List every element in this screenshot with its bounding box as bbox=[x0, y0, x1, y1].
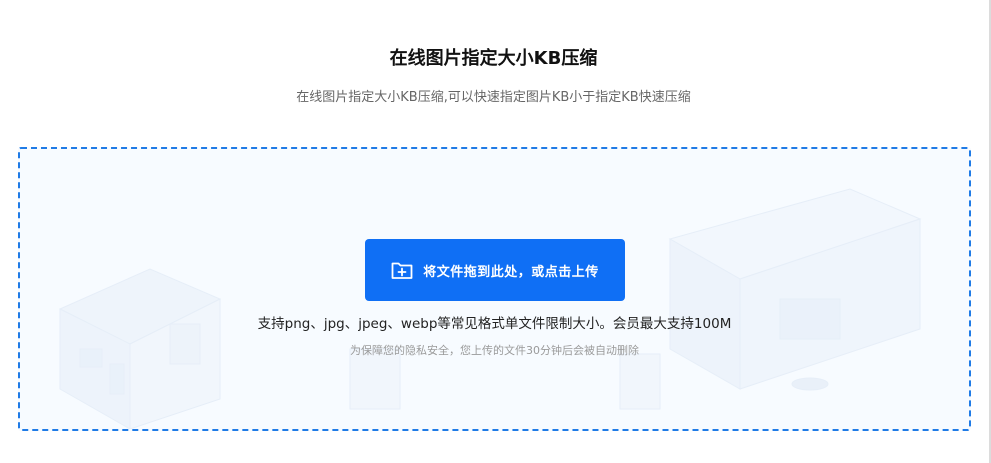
upload-button-label: 将文件拖到此处，或点击上传 bbox=[423, 264, 599, 280]
folder-plus-icon bbox=[391, 260, 413, 280]
page: 在线图片指定大小KB压缩 在线图片指定大小KB压缩,可以快速指定图片KB小于指定… bbox=[0, 0, 991, 463]
supported-formats-text: 支持png、jpg、jpeg、webp等常见格式单文件限制大小。会员最大支持10… bbox=[257, 316, 732, 332]
upload-button[interactable]: 将文件拖到此处，或点击上传 bbox=[365, 239, 625, 301]
privacy-notice: 为保障您的隐私安全，您上传的文件30分钟后会被自动删除 bbox=[350, 344, 639, 357]
page-title: 在线图片指定大小KB压缩 bbox=[389, 48, 598, 69]
page-subtitle: 在线图片指定大小KB压缩,可以快速指定图片KB小于指定KB快速压缩 bbox=[296, 90, 691, 105]
upload-dropzone[interactable]: 将文件拖到此处，或点击上传 支持png、jpg、jpeg、webp等常见格式单文… bbox=[18, 147, 971, 431]
